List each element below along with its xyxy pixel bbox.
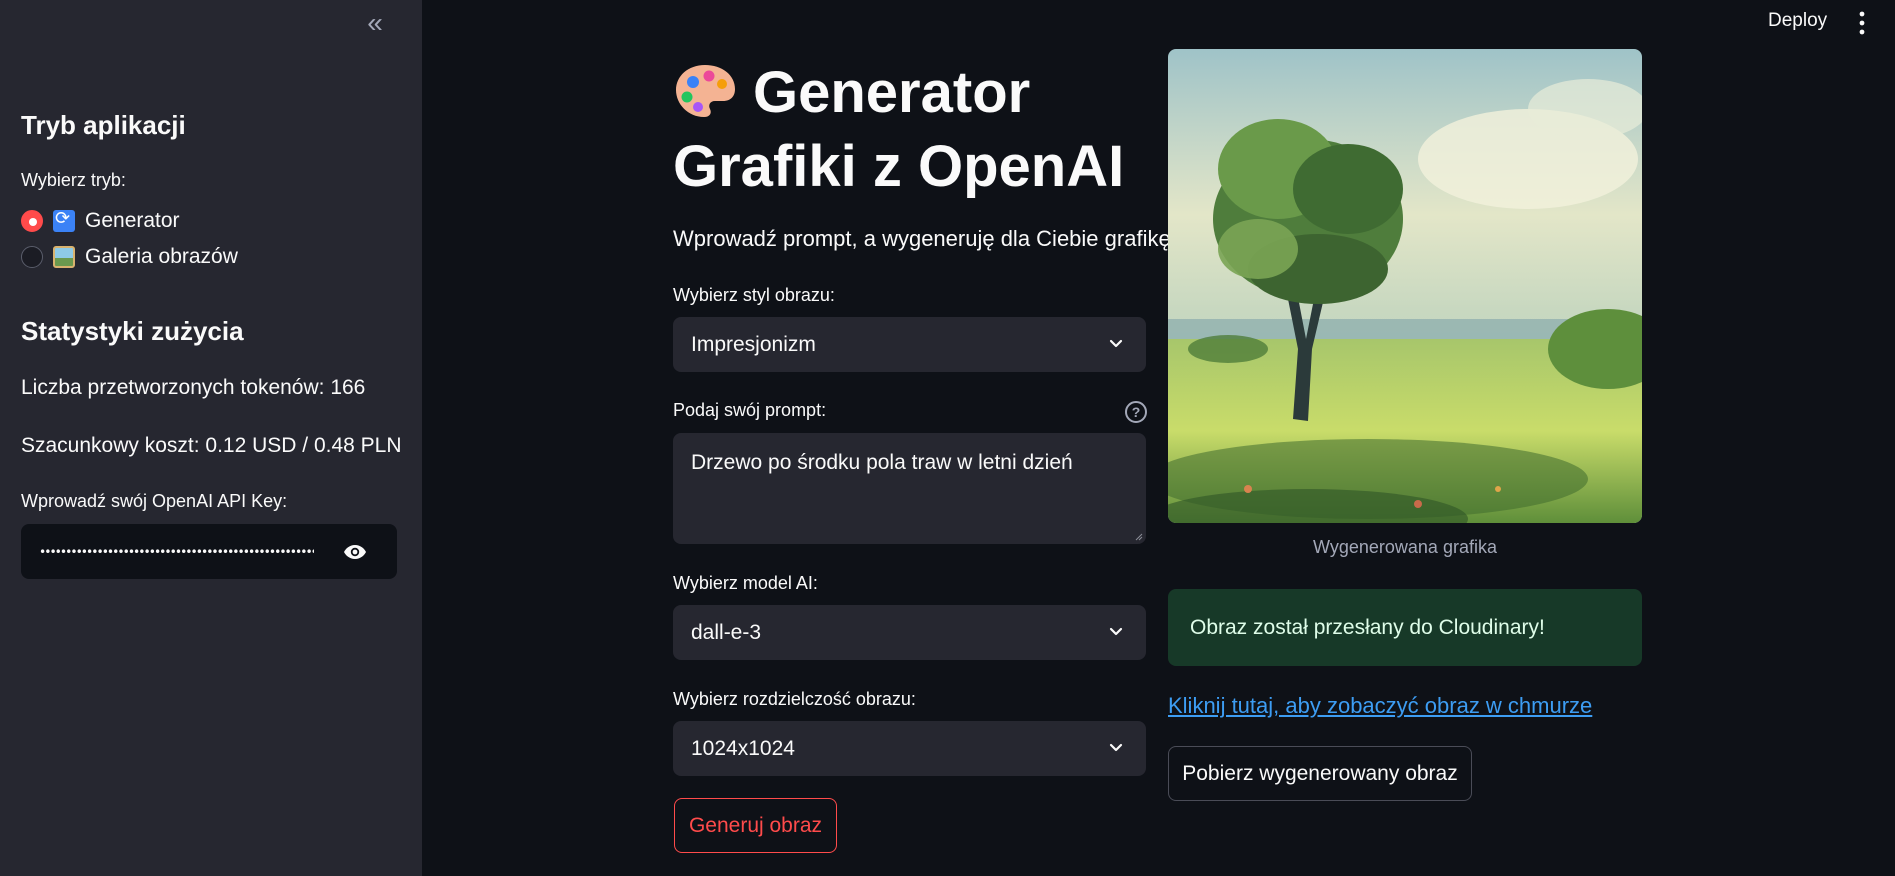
stats-heading: Statystyki zużycia: [21, 316, 244, 346]
show-password-eye-icon[interactable]: [343, 540, 367, 564]
download-image-button[interactable]: Pobierz wygenerowany obraz: [1168, 746, 1472, 801]
chevron-down-icon[interactable]: [1108, 739, 1124, 755]
mode-label: Wybierz tryb:: [21, 170, 126, 190]
style-label: Wybierz styl obrazu:: [673, 285, 835, 305]
api-key-value[interactable]: ••••••••••••••••••••••••••••••••••••••••…: [39, 545, 314, 559]
page-title: Generator Grafiki z OpenAI: [673, 56, 1133, 204]
image-caption: Wygenerowana grafika: [1313, 537, 1497, 557]
chevron-down-icon[interactable]: [1108, 623, 1124, 639]
resolution-label: Wybierz rozdzielczość obrazu:: [673, 689, 916, 709]
model-select-value: dall-e-3: [691, 620, 762, 644]
resize-handle-icon[interactable]: [1133, 531, 1143, 541]
main-menu-kebab-icon[interactable]: [1855, 10, 1869, 36]
generate-image-button[interactable]: Generuj obraz: [674, 798, 837, 853]
mode-heading: Tryb aplikacji: [21, 110, 186, 140]
framed-picture-emoji-icon: [53, 246, 75, 268]
radio-selected-icon[interactable]: [21, 210, 43, 232]
tokens-stat: Liczba przetworzonych tokenów: 166: [21, 376, 366, 399]
page-subtitle: Wprowadź prompt, a wygeneruję dla Ciebie…: [673, 226, 1177, 251]
model-label: Wybierz model AI:: [673, 573, 818, 593]
cloudinary-link[interactable]: Kliknij tutaj, aby zobaczyć obraz w chmu…: [1168, 693, 1592, 719]
app: « Tryb aplikacji Wybierz tryb: Generator…: [0, 0, 1895, 876]
prompt-textarea[interactable]: Drzewo po środku pola traw w letni dzień: [673, 433, 1146, 544]
collapse-sidebar-icon[interactable]: «: [360, 8, 390, 38]
model-select[interactable]: dall-e-3: [673, 605, 1146, 660]
api-key-label: Wprowadź swój OpenAI API Key:: [21, 491, 288, 511]
page-title-text: Generator Grafiki z OpenAI: [673, 60, 1125, 199]
generated-image: [1168, 49, 1642, 523]
help-tooltip-icon[interactable]: ?: [1125, 401, 1147, 423]
prompt-value[interactable]: Drzewo po środku pola traw w letni dzień: [691, 451, 1073, 474]
mode-option-generator[interactable]: Generator: [21, 206, 180, 236]
prompt-label: Podaj swój prompt:: [673, 400, 827, 420]
success-message: Obraz został przesłany do Cloudinary!: [1190, 615, 1545, 639]
sidebar: « Tryb aplikacji Wybierz tryb: Generator…: [0, 0, 422, 876]
artist-palette-icon: [676, 64, 735, 117]
deploy-button[interactable]: Deploy: [1768, 10, 1827, 32]
resolution-select[interactable]: 1024x1024: [673, 721, 1146, 776]
chevron-down-icon[interactable]: [1108, 335, 1124, 351]
cost-stat: Szacunkowy koszt: 0.12 USD / 0.48 PLN: [21, 434, 402, 457]
mode-option-label: Generator: [85, 209, 180, 232]
style-select-value: Impresjonizm: [691, 332, 816, 356]
style-select[interactable]: Impresjonizm: [673, 317, 1146, 372]
refresh-emoji-icon: [53, 208, 75, 232]
api-key-input[interactable]: ••••••••••••••••••••••••••••••••••••••••…: [21, 524, 397, 579]
success-alert: Obraz został przesłany do Cloudinary!: [1168, 589, 1642, 666]
mode-option-label: Galeria obrazów: [85, 245, 238, 268]
resolution-select-value: 1024x1024: [691, 736, 795, 760]
radio-unselected-icon[interactable]: [21, 246, 43, 268]
mode-option-gallery[interactable]: Galeria obrazów: [21, 242, 238, 272]
